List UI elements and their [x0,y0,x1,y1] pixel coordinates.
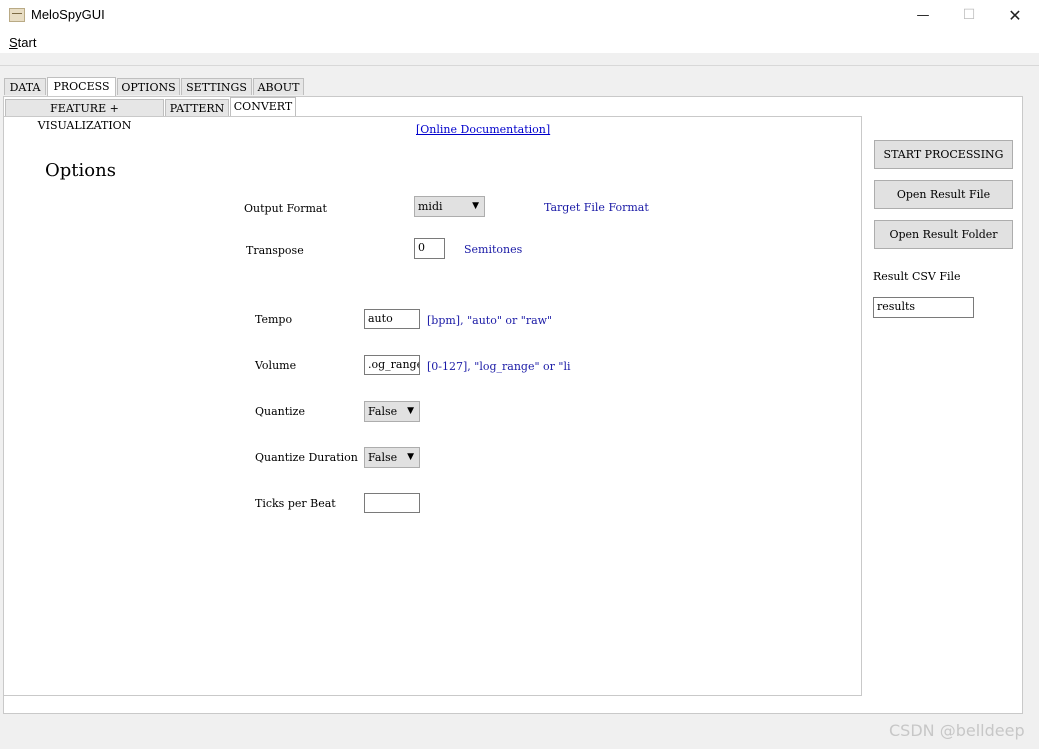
menu-divider [0,65,1039,66]
menu-start-label: tart [17,35,37,50]
tempo-hint: [bpm], "auto" or "raw" [427,314,553,327]
tab-settings[interactable]: SETTINGS [181,78,252,95]
menu-start-mnemonic: S [9,35,18,50]
subtab-pattern[interactable]: PATTERN [165,99,229,116]
result-csv-label: Result CSV File [873,270,961,283]
tab-about[interactable]: ABOUT [253,78,304,95]
output-format-label: Output Format [244,202,327,215]
transpose-hint: Semitones [464,243,523,256]
status-bar [0,714,1039,749]
watermark: CSDN @belldeep [889,721,1025,740]
chevron-down-icon: ▼ [472,201,479,211]
start-processing-button[interactable]: START PROCESSING [874,140,1013,169]
maximize-button[interactable]: ☐ [946,0,992,31]
open-result-folder-button[interactable]: Open Result Folder [874,220,1013,249]
ticks-per-beat-label: Ticks per Beat [255,497,336,510]
tempo-label: Tempo [255,313,293,326]
title-bar [0,0,1039,31]
subtab-feature-visualization[interactable]: FEATURE + VISUALIZATION [5,99,164,132]
output-format-value: midi [418,200,443,213]
subtab-convert[interactable]: CONVERT [230,97,296,116]
menu-start[interactable]: Start [9,35,36,50]
volume-hint: [0-127], "log_range" or "li [427,360,571,373]
transpose-input[interactable]: 0 [414,238,445,259]
result-csv-input[interactable]: results [873,297,974,318]
quantize-label: Quantize [255,405,305,418]
chevron-down-icon: ▼ [407,406,414,416]
volume-label: Volume [255,359,297,372]
ticks-per-beat-input[interactable] [364,493,420,513]
chevron-down-icon: ▼ [407,452,414,462]
online-documentation-link[interactable]: [Online Documentation] [416,123,550,136]
tab-options[interactable]: OPTIONS [117,78,180,95]
options-heading: Options [45,160,116,181]
app-icon [9,8,25,22]
open-result-file-button[interactable]: Open Result File [874,180,1013,209]
volume-input[interactable]: .og_range [364,355,420,375]
tab-data[interactable]: DATA [4,78,46,95]
minimize-button[interactable]: — [900,0,946,31]
close-button[interactable]: ✕ [992,0,1038,31]
quantize-select[interactable]: False ▼ [364,401,420,422]
transpose-label: Transpose [246,244,304,257]
menu-bar [0,31,1039,53]
quantize-duration-label: Quantize Duration [255,451,358,464]
window-title: MeloSpyGUI [31,7,105,22]
quantize-value: False [368,405,398,418]
tab-process[interactable]: PROCESS [47,77,116,96]
tempo-input[interactable]: auto [364,309,420,329]
output-format-select[interactable]: midi ▼ [414,196,485,217]
output-format-hint: Target File Format [544,201,649,214]
quantize-duration-value: False [368,451,398,464]
quantize-duration-select[interactable]: False ▼ [364,447,420,468]
